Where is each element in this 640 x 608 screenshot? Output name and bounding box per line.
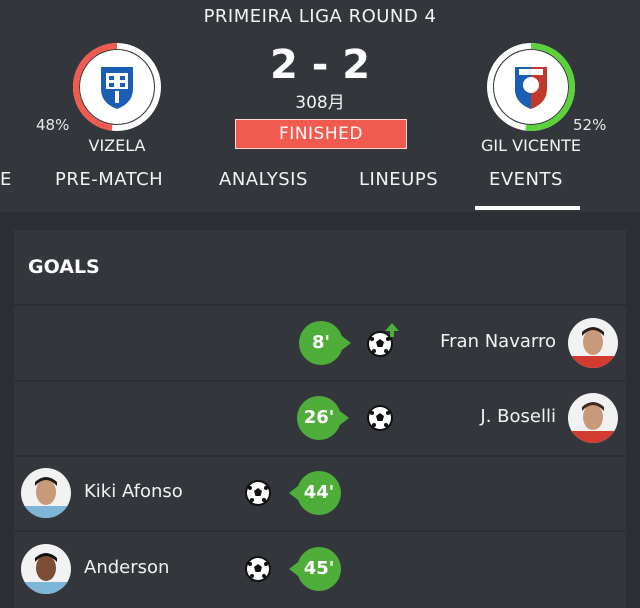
avatar[interactable] [568, 318, 618, 368]
goals-card: GOALS 8' Fran Navarro 26' J. Boselli Kik… [14, 230, 626, 608]
soccer-ball-icon [245, 480, 271, 506]
list-item[interactable]: Anderson 45' [14, 532, 626, 608]
arrow-up-icon [385, 323, 399, 337]
goal-minute: 8' [299, 321, 351, 365]
tab-events[interactable]: EVENTS [489, 169, 563, 190]
player-name: Kiki Afonso [84, 481, 183, 502]
goal-minute: 45' [289, 547, 341, 591]
tab-pre-match[interactable]: PRE-MATCH [55, 169, 163, 190]
soccer-ball-icon [245, 556, 271, 582]
avatar[interactable] [568, 393, 618, 443]
tab-analysis[interactable]: ANALYSIS [219, 169, 308, 190]
list-item[interactable]: Kiki Afonso 44' [14, 457, 626, 530]
avatar[interactable] [21, 468, 71, 518]
away-possession: 52% [573, 116, 607, 134]
goals-title: GOALS [28, 256, 100, 278]
active-tab-indicator [475, 206, 580, 210]
away-team-crest[interactable] [486, 42, 576, 132]
goal-minute: 44' [289, 471, 341, 515]
away-team-name[interactable]: GIL VICENTE [476, 136, 586, 155]
home-team-name[interactable]: VIZELA [72, 136, 162, 155]
tab-partial[interactable]: E [0, 169, 12, 190]
status-badge: FINISHED [235, 119, 407, 149]
tab-lineups[interactable]: LINEUPS [359, 169, 438, 190]
soccer-ball-icon [367, 405, 393, 431]
list-item[interactable]: 26' J. Boselli [14, 382, 626, 455]
avatar[interactable] [21, 544, 71, 594]
player-name: Fran Navarro [440, 331, 556, 352]
goal-minute: 26' [297, 396, 349, 440]
player-name: J. Boselli [480, 406, 556, 427]
home-possession: 48% [36, 116, 70, 134]
list-item[interactable]: 8' Fran Navarro [14, 306, 626, 380]
tab-bar: E PRE-MATCH ANALYSIS LINEUPS EVENTS [0, 165, 640, 211]
player-name: Anderson [84, 557, 170, 578]
match-header: PRIMEIRA LIGA ROUND 4 48% VIZELA 2 - 2 3… [0, 0, 640, 212]
round-title: PRIMEIRA LIGA ROUND 4 [203, 6, 437, 27]
gil-vicente-logo [494, 50, 568, 124]
